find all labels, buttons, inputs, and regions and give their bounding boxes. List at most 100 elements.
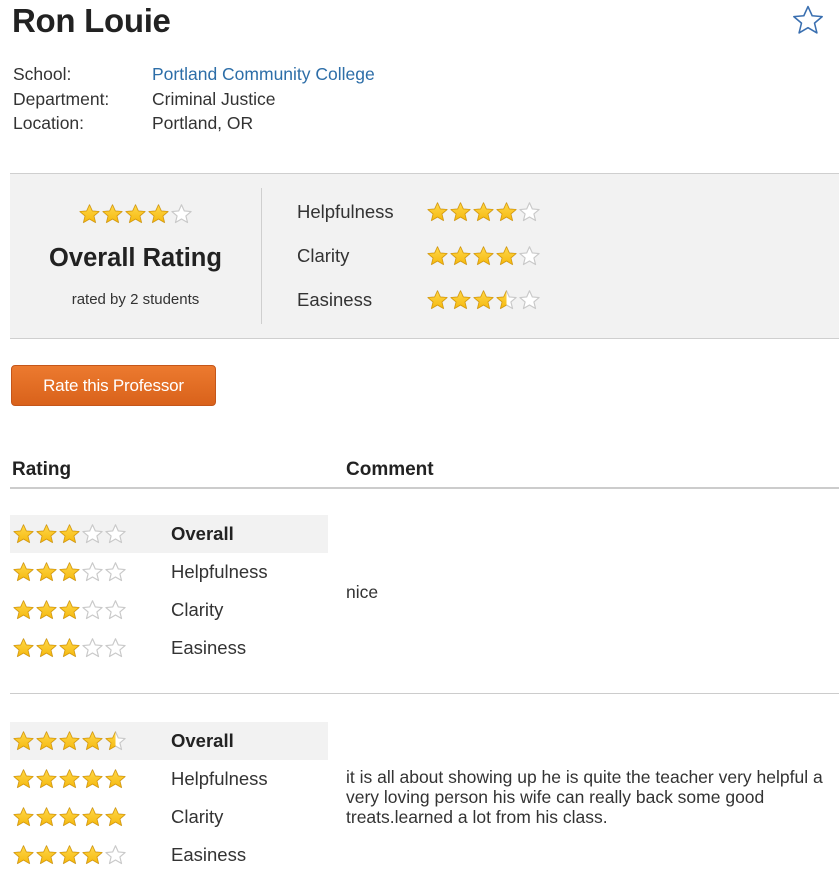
rating-column-header: Rating	[12, 459, 72, 480]
star-filled-icon	[79, 204, 100, 224]
star-empty-icon	[519, 201, 540, 221]
star-filled-icon	[59, 637, 80, 657]
star-filled-icon	[13, 523, 34, 543]
star-empty-icon	[105, 523, 126, 543]
star-filled-icon	[13, 637, 34, 657]
star-filled-icon	[59, 523, 80, 543]
review-stars	[12, 730, 171, 753]
star-empty-icon	[519, 289, 540, 309]
star-filled-icon	[496, 245, 517, 265]
review-rating-label: Helpfulness	[171, 561, 268, 582]
category-label: Clarity	[297, 245, 350, 266]
star-empty-icon	[82, 599, 103, 619]
category-stars	[426, 245, 541, 268]
star-empty-icon	[82, 637, 103, 657]
star-filled-icon	[13, 768, 34, 788]
star-filled-icon	[82, 768, 103, 788]
summary-easiness: Easiness	[297, 286, 541, 314]
star-filled-icon	[13, 844, 34, 864]
category-label: Easiness	[297, 289, 373, 310]
review-easiness-row: Easiness	[10, 629, 328, 667]
review-comment: nice	[346, 582, 379, 602]
school-label: School:	[13, 64, 72, 84]
review-clarity-row: Clarity	[10, 591, 328, 629]
summary-clarity: Clarity	[297, 242, 541, 270]
review-overall-row: Overall	[10, 722, 328, 760]
star-filled-icon	[427, 245, 448, 265]
star-filled-icon	[450, 201, 471, 221]
star-filled-icon	[450, 245, 471, 265]
star-filled-icon	[105, 806, 126, 826]
comment-column-header: Comment	[346, 459, 434, 480]
professor-info: School: Portland Community College Depar…	[13, 62, 375, 136]
star-filled-icon	[59, 806, 80, 826]
star-filled-icon	[36, 806, 57, 826]
favorite-star-icon[interactable]	[791, 4, 825, 38]
star-filled-icon	[82, 844, 103, 864]
star-filled-icon	[59, 730, 80, 750]
department-value: Criminal Justice	[152, 88, 276, 109]
location-value: Portland, OR	[152, 113, 254, 133]
star-filled-icon	[13, 561, 34, 581]
star-filled-icon	[496, 201, 517, 221]
review-rating-label: Easiness	[171, 844, 247, 865]
star-filled-icon	[105, 768, 126, 788]
star-filled-icon	[59, 768, 80, 788]
star-filled-icon	[102, 204, 123, 224]
review-helpfulness-row: Helpfulness	[10, 760, 328, 798]
header-divider	[10, 487, 839, 489]
star-filled-icon	[82, 806, 103, 826]
location-row: Location: Portland, OR	[13, 111, 375, 136]
professor-name: Ron Louie	[12, 2, 171, 39]
star-empty-icon	[105, 561, 126, 581]
star-filled-icon	[36, 844, 57, 864]
review-divider	[10, 693, 839, 694]
star-filled-icon	[36, 523, 57, 543]
star-filled-icon	[427, 289, 448, 309]
department-label: Department:	[13, 88, 110, 109]
star-empty-icon	[105, 637, 126, 657]
school-row: School: Portland Community College	[13, 62, 375, 87]
star-filled-icon	[473, 245, 494, 265]
star-filled-icon	[427, 201, 448, 221]
star-half-icon	[496, 289, 517, 309]
summary-helpfulness: Helpfulness	[297, 198, 541, 226]
review-rating-label: Overall	[171, 730, 234, 751]
review-rating-label: Overall	[171, 523, 234, 544]
location-label: Location:	[13, 113, 85, 133]
review-easiness-row: Easiness	[10, 836, 328, 874]
review-stars	[12, 806, 171, 829]
star-filled-icon	[13, 806, 34, 826]
star-filled-icon	[82, 730, 103, 750]
star-filled-icon	[36, 730, 57, 750]
summary-divider	[261, 188, 262, 324]
review-clarity-row: Clarity	[10, 798, 328, 836]
department-row: Department: Criminal Justice	[13, 87, 375, 112]
star-filled-icon	[473, 201, 494, 221]
star-empty-icon	[105, 599, 126, 619]
review-stars	[12, 599, 171, 622]
overall-stars	[78, 203, 193, 226]
rate-professor-button[interactable]: Rate this Professor	[11, 365, 216, 406]
star-filled-icon	[36, 599, 57, 619]
review-rating-label: Helpfulness	[171, 768, 268, 789]
star-empty-icon	[105, 844, 126, 864]
star-filled-icon	[36, 637, 57, 657]
review-rating-label: Clarity	[171, 599, 224, 620]
school-link[interactable]: Portland Community College	[152, 62, 375, 87]
overall-rating-title: Overall Rating	[49, 244, 222, 272]
star-filled-icon	[13, 730, 34, 750]
star-filled-icon	[36, 768, 57, 788]
review-stars	[12, 523, 171, 546]
star-empty-icon	[171, 204, 192, 224]
star-filled-icon	[125, 204, 146, 224]
review-stars	[12, 561, 171, 584]
rated-by-count: rated by 2 students	[71, 291, 200, 308]
review-helpfulness-row: Helpfulness	[10, 553, 328, 591]
review-rating-label: Easiness	[171, 637, 247, 658]
overall-rating-box: Overall Rating rated by 2 students	[10, 174, 261, 338]
star-filled-icon	[450, 289, 471, 309]
review-rating-label: Clarity	[171, 806, 224, 827]
review-stars	[12, 637, 171, 660]
star-filled-icon	[59, 561, 80, 581]
